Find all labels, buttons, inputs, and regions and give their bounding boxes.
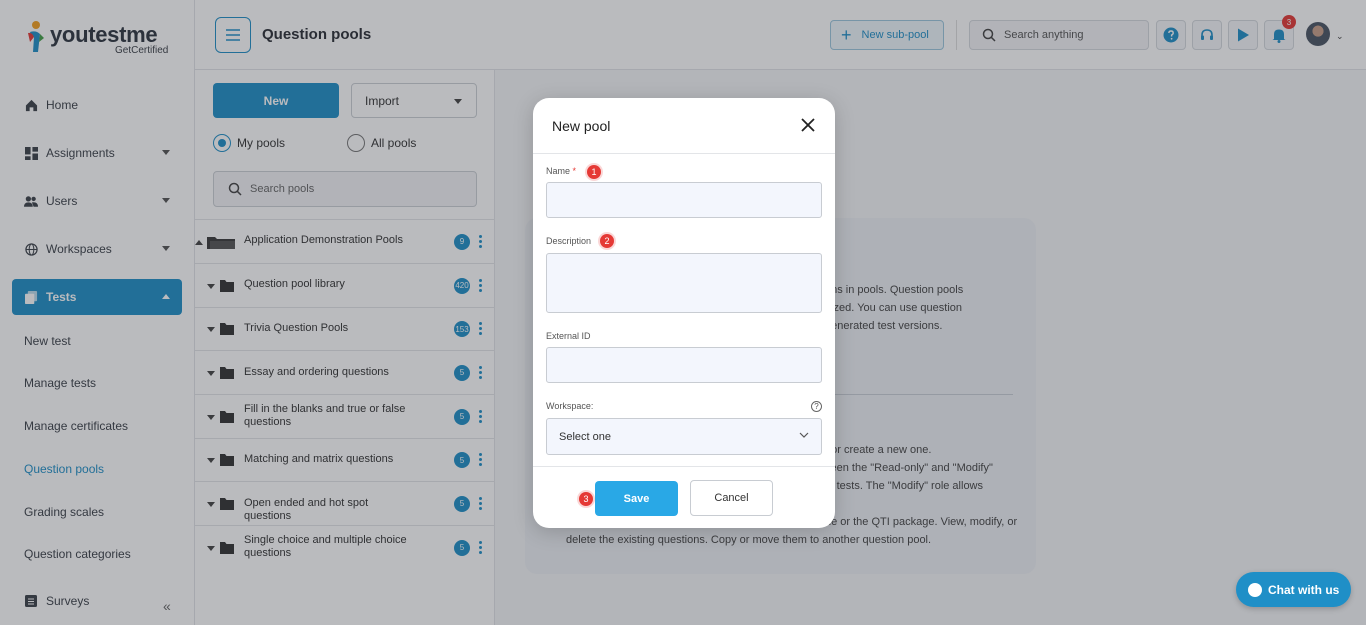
- cancel-button[interactable]: Cancel: [690, 480, 773, 516]
- workspace-selected-value: Select one: [559, 431, 611, 443]
- step-badge-2: 2: [600, 234, 614, 248]
- chat-label: Chat with us: [1268, 582, 1340, 597]
- workspace-label: Workspace:: [546, 401, 594, 411]
- workspace-select[interactable]: Select one: [546, 418, 822, 455]
- external-id-label: External ID: [546, 331, 591, 341]
- close-icon[interactable]: [799, 116, 817, 134]
- dialog-title: New pool: [552, 118, 611, 134]
- description-textarea[interactable]: [546, 253, 822, 313]
- chat-bubble-icon: [1248, 582, 1262, 597]
- chevron-down-icon: [799, 432, 809, 438]
- name-input[interactable]: [546, 182, 822, 218]
- save-button[interactable]: Save: [595, 481, 678, 516]
- step-badge-1: 1: [587, 165, 601, 179]
- external-id-input[interactable]: [546, 347, 822, 383]
- chat-with-us-button[interactable]: Chat with us: [1236, 572, 1351, 607]
- name-label: Name *: [546, 166, 577, 176]
- new-pool-dialog: New pool Name * 1 Description 2 External…: [533, 98, 835, 528]
- dialog-divider: [533, 466, 835, 467]
- dialog-divider: [533, 153, 835, 154]
- help-circle-icon[interactable]: ?: [811, 401, 822, 412]
- description-label: Description: [546, 236, 592, 246]
- step-badge-3: 3: [579, 492, 593, 506]
